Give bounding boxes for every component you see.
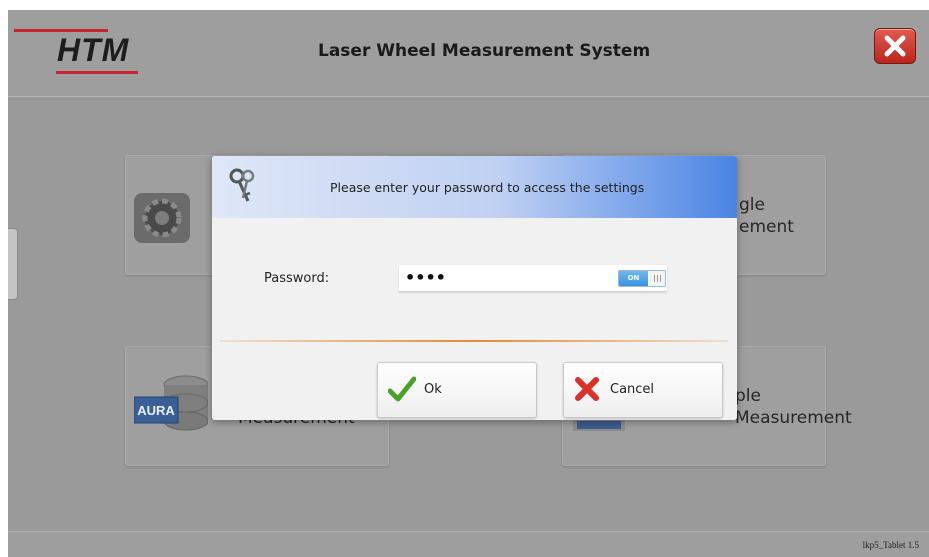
dialog-header: Please enter your password to access the… <box>212 156 737 218</box>
password-dialog: Please enter your password to access the… <box>212 156 737 420</box>
right-bottom-label-line2: Measurement <box>735 408 852 428</box>
gear-icon <box>134 193 190 243</box>
toggle-on-label: ON <box>619 271 648 286</box>
checkmark-icon <box>388 376 416 402</box>
red-x-icon <box>575 377 599 401</box>
close-button[interactable] <box>874 28 916 64</box>
cancel-button[interactable]: Cancel <box>563 362 723 418</box>
app-window: HTM Laser Wheel Measurement System gle e… <box>8 10 929 557</box>
cancel-button-label: Cancel <box>610 382 655 397</box>
password-input[interactable]: •••• ON <box>399 265 667 292</box>
right-top-label-line2: ement <box>739 217 794 237</box>
dialog-divider <box>220 340 728 342</box>
header-bar: HTM Laser Wheel Measurement System <box>8 10 929 97</box>
footer-bar: lkp5_Tablet 1.5 <box>8 531 929 557</box>
logo-text: HTM <box>57 32 130 68</box>
password-masked-value: •••• <box>405 268 446 287</box>
show-password-toggle[interactable]: ON <box>618 270 666 287</box>
side-panel-handle[interactable] <box>8 228 18 300</box>
right-top-tile-label: gle ement <box>739 194 794 238</box>
ok-button-label: Ok <box>424 382 442 397</box>
dialog-message: Please enter your password to access the… <box>330 180 645 195</box>
aura-badge: AURA <box>137 403 175 418</box>
logo-red-line-bottom <box>56 71 138 74</box>
right-top-label-line1: gle <box>739 195 765 215</box>
database-icon: AURA <box>134 375 208 431</box>
right-bottom-label-line1: ple <box>735 386 761 406</box>
app-title: Laser Wheel Measurement System <box>318 41 651 61</box>
right-bottom-tile-label: ple Measurement <box>735 385 852 429</box>
password-label: Password: <box>264 271 330 286</box>
htm-logo: HTM <box>8 27 148 75</box>
version-text: lkp5_Tablet 1.5 <box>862 540 919 550</box>
keys-icon <box>229 168 255 202</box>
toggle-knob <box>649 271 665 286</box>
close-x-icon <box>884 35 906 57</box>
ok-button[interactable]: Ok <box>377 362 537 418</box>
